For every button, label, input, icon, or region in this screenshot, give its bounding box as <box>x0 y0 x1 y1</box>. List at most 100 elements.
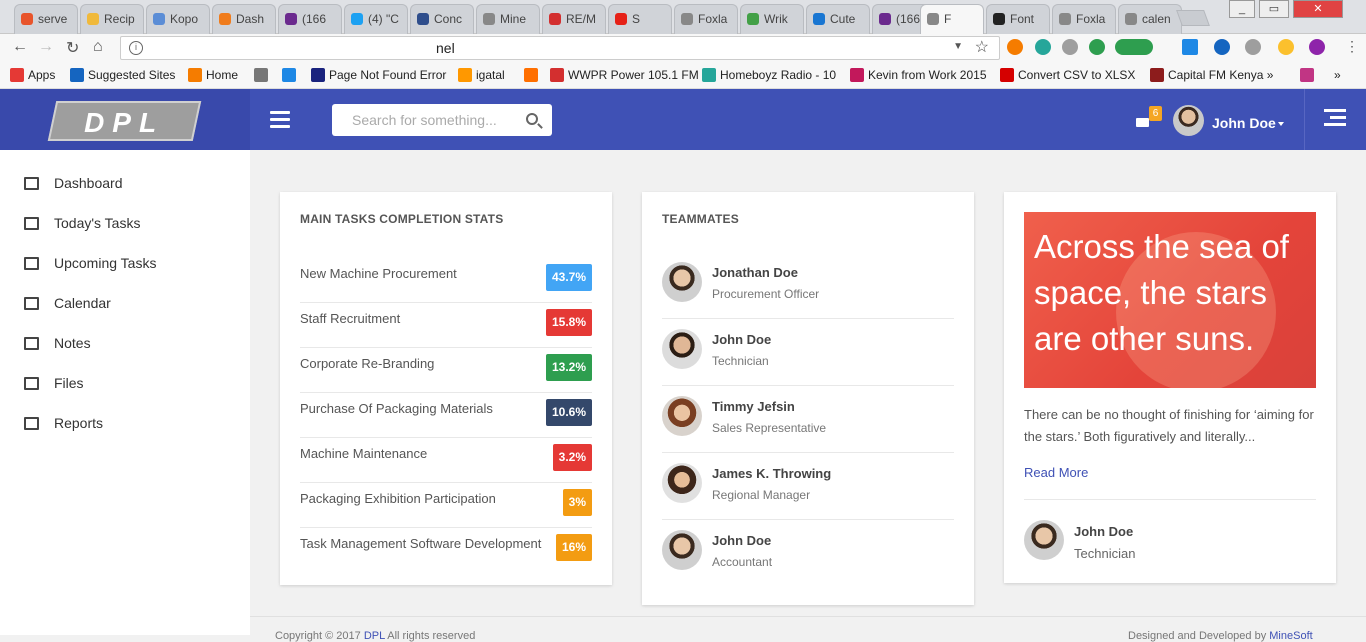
sidebar-item-today-s-tasks[interactable]: Today's Tasks <box>0 204 250 244</box>
download-icon[interactable] <box>1062 39 1078 55</box>
bookmark-item[interactable]: Kevin from Work 2015 <box>850 68 987 82</box>
back-icon[interactable]: ← <box>12 38 28 56</box>
minimize-button[interactable]: _ <box>1229 0 1255 18</box>
teammate-item[interactable]: James K. Throwing Regional Manager <box>662 453 954 520</box>
browser-tab[interactable]: Font <box>986 4 1050 34</box>
hamburger-menu-icon[interactable] <box>270 111 290 132</box>
bookmark-item[interactable]: WWPR Power 105.1 FM <box>550 68 699 82</box>
bookmark-icon <box>70 68 84 82</box>
info-icon[interactable]: i <box>129 41 143 55</box>
teammate-name[interactable]: John Doe <box>712 332 771 347</box>
user-avatar[interactable] <box>1173 105 1204 136</box>
toggle-on-icon[interactable] <box>1115 39 1153 55</box>
bookmark-item[interactable]: Page Not Found Error <box>311 68 446 82</box>
avatar[interactable] <box>662 262 702 302</box>
browser-tab[interactable]: Kopo <box>146 4 210 34</box>
teammate-item[interactable]: John Doe Accountant <box>662 520 954 587</box>
logo[interactable]: DPL <box>47 101 202 141</box>
sidebar-item-label: Calendar <box>54 295 111 311</box>
bookmark-item[interactable] <box>1300 68 1318 82</box>
sidebar-item-calendar[interactable]: Calendar <box>0 284 250 324</box>
read-more-link[interactable]: Read More <box>1024 465 1088 480</box>
bookmark-item[interactable]: Suggested Sites <box>70 68 175 82</box>
teammate-name[interactable]: John Doe <box>712 533 771 548</box>
a-extension-icon[interactable] <box>1214 39 1230 55</box>
tab-favicon-icon <box>813 13 825 25</box>
bookmark-star-icon[interactable]: ☆ <box>975 37 989 57</box>
browser-tab[interactable]: Mine <box>476 4 540 34</box>
address-bar[interactable]: i nel ▼ ☆ <box>120 36 1000 60</box>
restore-button[interactable]: ▭ <box>1259 0 1289 18</box>
extension-icon[interactable] <box>1007 39 1023 55</box>
designer-link[interactable]: MineSoft <box>1269 630 1312 642</box>
author-name[interactable]: John Doe <box>1074 524 1133 539</box>
sidebar-item-files[interactable]: Files <box>0 364 250 404</box>
browser-tab[interactable]: calen <box>1118 4 1182 34</box>
b-extension-icon[interactable] <box>1182 39 1198 55</box>
headphones-icon[interactable] <box>1035 39 1051 55</box>
avatar[interactable] <box>662 329 702 369</box>
author-avatar[interactable] <box>1024 520 1064 560</box>
teammate-item[interactable]: John Doe Technician <box>662 319 954 386</box>
close-window-button[interactable]: ✕ <box>1293 0 1343 18</box>
browser-tab[interactable]: (166 <box>278 4 342 34</box>
reload-icon[interactable]: ↻ <box>66 38 79 58</box>
search-icon[interactable] <box>526 113 538 125</box>
blog-hero-image[interactable]: Across the sea of space, the stars are o… <box>1024 212 1316 388</box>
bookmark-item[interactable]: Capital FM Kenya » <box>1150 68 1273 82</box>
teammate-item[interactable]: Timmy Jefsin Sales Representative <box>662 386 954 453</box>
avatar[interactable] <box>662 396 702 436</box>
color-wheel-icon[interactable] <box>1309 39 1325 55</box>
task-percent-badge: 3.2% <box>552 444 592 471</box>
right-panel-toggle-icon[interactable] <box>1324 109 1346 130</box>
forward-icon[interactable]: → <box>38 38 54 56</box>
download-manager-icon[interactable] <box>1089 39 1105 55</box>
browser-tab[interactable]: (4) "C <box>344 4 408 34</box>
home-icon[interactable]: ⌂ <box>93 38 103 56</box>
browser-tab[interactable]: Dash <box>212 4 276 34</box>
more-bookmarks-icon[interactable]: » <box>1334 68 1341 82</box>
sidebar-item-upcoming-tasks[interactable]: Upcoming Tasks <box>0 244 250 284</box>
browser-tab[interactable]: Foxla <box>674 4 738 34</box>
pencil-icon[interactable] <box>1278 39 1294 55</box>
avatar[interactable] <box>662 463 702 503</box>
browser-tab[interactable]: S <box>608 4 672 34</box>
puzzle-icon[interactable] <box>1245 39 1261 55</box>
bookmark-item[interactable]: Apps <box>10 68 55 82</box>
browser-tab[interactable]: Conc <box>410 4 474 34</box>
browser-tab[interactable]: RE/M <box>542 4 606 34</box>
tab-label: Conc <box>434 12 463 26</box>
sidebar-item-dashboard[interactable]: Dashboard <box>0 164 250 204</box>
copyright-link[interactable]: DPL <box>364 630 385 642</box>
bookmark-item[interactable] <box>524 68 542 82</box>
sidebar-item-notes[interactable]: Notes <box>0 324 250 364</box>
task-row: New Machine Procurement 43.7% <box>300 258 592 303</box>
teammate-name[interactable]: Timmy Jefsin <box>712 399 795 414</box>
avatar[interactable] <box>662 530 702 570</box>
new-tab-button[interactable] <box>1176 10 1210 26</box>
bookmark-item[interactable] <box>254 68 272 82</box>
browser-tab[interactable]: serve <box>14 4 78 34</box>
browser-tab[interactable]: F <box>920 4 984 34</box>
user-name[interactable]: John Doe <box>1212 115 1276 131</box>
browser-tab[interactable]: Foxla <box>1052 4 1116 34</box>
bookmark-label: Apps <box>28 68 56 82</box>
bookmark-item[interactable] <box>282 68 300 82</box>
chevron-down-icon[interactable] <box>1278 122 1284 126</box>
sidebar-item-reports[interactable]: Reports <box>0 404 250 444</box>
teammate-name[interactable]: James K. Throwing <box>712 466 831 481</box>
bookmark-item[interactable]: Home <box>188 68 238 82</box>
menu-dots-icon[interactable]: ⋮ <box>1345 38 1359 55</box>
browser-tab[interactable]: Recip <box>80 4 144 34</box>
bookmark-item[interactable]: Convert CSV to XLSX <box>1000 68 1135 82</box>
bookmark-item[interactable]: Homeboyz Radio - 10 <box>702 68 836 82</box>
browser-tab[interactable]: Wrik <box>740 4 804 34</box>
mail-icon[interactable] <box>1136 118 1149 127</box>
teammate-name[interactable]: Jonathan Doe <box>712 265 798 280</box>
browser-tab[interactable]: Cute <box>806 4 870 34</box>
dropdown-icon[interactable]: ▼ <box>953 41 963 52</box>
teammate-item[interactable]: Jonathan Doe Procurement Officer <box>662 252 954 319</box>
bookmark-item[interactable]: igatal <box>458 68 505 82</box>
search-input[interactable]: Search for something... <box>332 104 552 136</box>
bookmark-label: WWPR Power 105.1 FM <box>568 68 699 82</box>
